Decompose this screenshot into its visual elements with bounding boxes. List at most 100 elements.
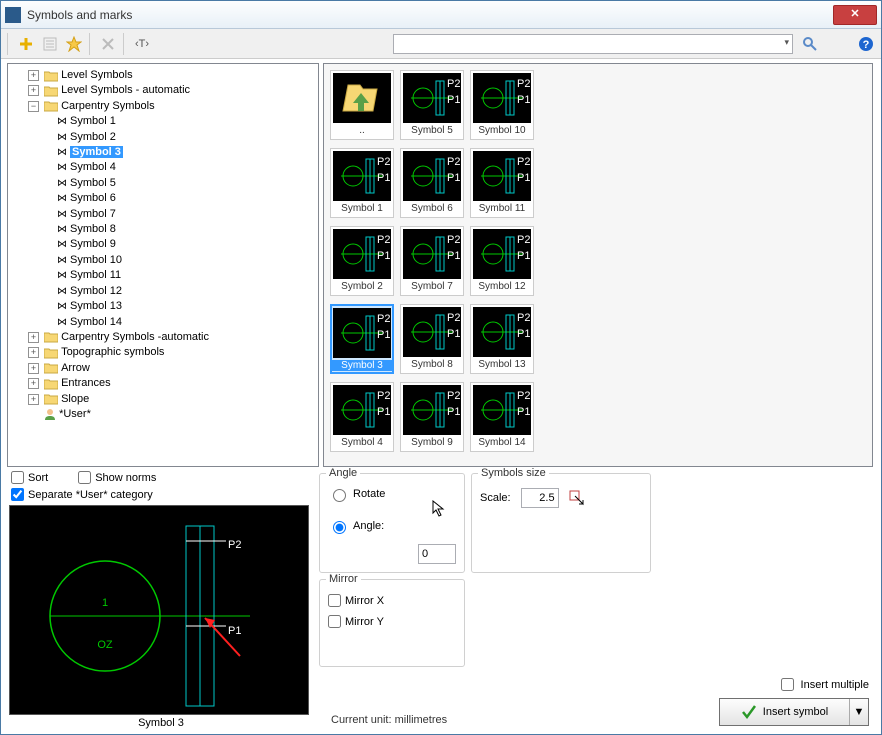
thumbnail-up[interactable]: .. [330, 70, 394, 140]
svg-text:1: 1 [102, 597, 108, 609]
thumbnail-item[interactable]: P2P1Symbol 13 [470, 304, 534, 374]
thumbnail-item[interactable]: P2P1Symbol 11 [470, 148, 534, 218]
tree-symbol[interactable]: ⋈Symbol 9 [44, 237, 314, 252]
delete-button[interactable] [97, 33, 119, 55]
tree-symbol[interactable]: ⋈Symbol 7 [44, 207, 314, 222]
svg-text:P1: P1 [377, 172, 390, 184]
svg-text:P1: P1 [447, 94, 460, 106]
unit-label: Current unit: millimetres [331, 714, 447, 726]
separate-user-checkbox[interactable]: Separate *User* category [9, 488, 313, 505]
preview-caption: Symbol 3 [9, 715, 313, 729]
svg-text:P2: P2 [447, 390, 460, 402]
scale-input[interactable] [521, 488, 559, 508]
search-icon[interactable] [799, 33, 821, 55]
close-button[interactable]: ✕ [833, 5, 877, 25]
tree-symbol[interactable]: ⋈Symbol 2 [44, 130, 314, 145]
search-input[interactable] [393, 34, 793, 54]
thumbnail-item[interactable]: P2P1Symbol 14 [470, 382, 534, 452]
svg-text:P1: P1 [377, 250, 390, 262]
tree-symbol[interactable]: ⋈Symbol 4 [44, 160, 314, 175]
tree-symbol[interactable]: ⋈Symbol 8 [44, 222, 314, 237]
insert-dropdown-icon[interactable]: ▼ [850, 699, 868, 725]
tree-symbol[interactable]: ⋈Symbol 13 [44, 299, 314, 314]
mirror-y-checkbox[interactable]: Mirror Y [328, 615, 456, 628]
svg-text:P1: P1 [517, 406, 530, 418]
svg-text:P2: P2 [377, 234, 390, 246]
add-button[interactable] [15, 33, 37, 55]
thumbnail-item[interactable]: P2P1Symbol 2 [330, 226, 394, 296]
help-icon[interactable]: ? [855, 33, 877, 55]
thumbnail-item[interactable]: P2P1Symbol 4 [330, 382, 394, 452]
svg-text:?: ? [863, 39, 870, 51]
thumbnail-item[interactable]: P2P1Symbol 5 [400, 70, 464, 140]
cursor-icon [432, 500, 446, 518]
svg-text:P2: P2 [517, 156, 530, 168]
svg-text:P2: P2 [447, 156, 460, 168]
thumbnail-item[interactable]: P2P1Symbol 8 [400, 304, 464, 374]
tree-folder[interactable]: + Carpentry Symbols -automatic [28, 330, 314, 345]
thumbnail-panel: ..P2P1Symbol 5P2P1Symbol 10P2P1Symbol 1P… [323, 63, 873, 467]
preview-canvas: 1 OZ P2 P1 [9, 505, 309, 715]
svg-text:P1: P1 [517, 172, 530, 184]
svg-text:P1: P1 [377, 406, 390, 418]
show-norms-checkbox[interactable]: Show norms [78, 471, 156, 484]
angle-input[interactable] [418, 544, 456, 564]
tree-symbol[interactable]: ⋈Symbol 1 [44, 114, 314, 129]
svg-text:P2: P2 [517, 390, 530, 402]
angle-group: Angle Rotate Angle: [319, 473, 465, 573]
svg-text:P1: P1 [447, 172, 460, 184]
tree-symbol[interactable]: ⋈Symbol 11 [44, 268, 314, 283]
tree-symbol[interactable]: ⋈Symbol 10 [44, 253, 314, 268]
window-title: Symbols and marks [27, 8, 833, 22]
pick-scale-icon[interactable] [569, 490, 585, 506]
tree-folder[interactable]: + Level Symbols - automatic [28, 83, 314, 98]
thumbnail-item[interactable]: P2P1Symbol 10 [470, 70, 534, 140]
mirror-group: Mirror Mirror X Mirror Y [319, 579, 465, 667]
rotate-radio[interactable]: Rotate [328, 486, 456, 502]
tree-symbol[interactable]: ⋈Symbol 3 [44, 145, 314, 160]
svg-text:P2: P2 [447, 78, 460, 90]
svg-text:P2: P2 [447, 234, 460, 246]
tree-folder[interactable]: + Entrances [28, 376, 314, 391]
angle-radio[interactable]: Angle: [328, 518, 456, 534]
sort-checkbox[interactable]: Sort [11, 471, 48, 484]
thumbnail-item[interactable]: P2P1Symbol 6 [400, 148, 464, 218]
main-area: + Level Symbols+ Level Symbols - automat… [1, 59, 881, 469]
tree-symbol[interactable]: ⋈Symbol 5 [44, 176, 314, 191]
mirror-x-checkbox[interactable]: Mirror X [328, 594, 456, 607]
scale-label: Scale: [480, 492, 511, 504]
svg-text:P2: P2 [377, 390, 390, 402]
toolbar: ‹T› ? [1, 29, 881, 59]
thumbnail-item[interactable]: P2P1Symbol 1 [330, 148, 394, 218]
thumbnail-item[interactable]: P2P1Symbol 9 [400, 382, 464, 452]
size-group: Symbols size Scale: [471, 473, 651, 573]
check-icon [741, 704, 757, 720]
tree-folder[interactable]: *User* [28, 407, 314, 422]
svg-text:P1: P1 [447, 406, 460, 418]
tree-folder[interactable]: + Level Symbols [28, 68, 314, 83]
thumbnail-item[interactable]: P2P1Symbol 12 [470, 226, 534, 296]
tree-folder[interactable]: − Carpentry Symbols [28, 99, 314, 114]
tree-symbol[interactable]: ⋈Symbol 6 [44, 191, 314, 206]
svg-text:P1: P1 [228, 625, 241, 637]
tree-folder[interactable]: + Slope [28, 392, 314, 407]
titlebar: Symbols and marks ✕ [1, 1, 881, 29]
text-style-button[interactable]: ‹T› [131, 33, 153, 55]
svg-text:P1: P1 [377, 329, 390, 341]
svg-text:P1: P1 [447, 328, 460, 340]
thumbnail-item[interactable]: P2P1Symbol 3 [330, 304, 394, 374]
app-icon [5, 7, 21, 23]
tree-folder[interactable]: + Arrow [28, 361, 314, 376]
symbol-tree[interactable]: + Level Symbols+ Level Symbols - automat… [7, 63, 319, 467]
tree-symbol[interactable]: ⋈Symbol 14 [44, 315, 314, 330]
svg-text:P2: P2 [517, 234, 530, 246]
tree-symbol[interactable]: ⋈Symbol 12 [44, 284, 314, 299]
insert-symbol-button[interactable]: Insert symbol ▼ [719, 698, 869, 726]
svg-text:P2: P2 [517, 312, 530, 324]
insert-multiple-checkbox[interactable]: Insert multiple [719, 675, 869, 694]
properties-button[interactable] [39, 33, 61, 55]
tree-folder[interactable]: + Topographic symbols [28, 345, 314, 360]
thumbnail-item[interactable]: P2P1Symbol 7 [400, 226, 464, 296]
svg-text:P2: P2 [228, 539, 241, 551]
favorite-button[interactable] [63, 33, 85, 55]
